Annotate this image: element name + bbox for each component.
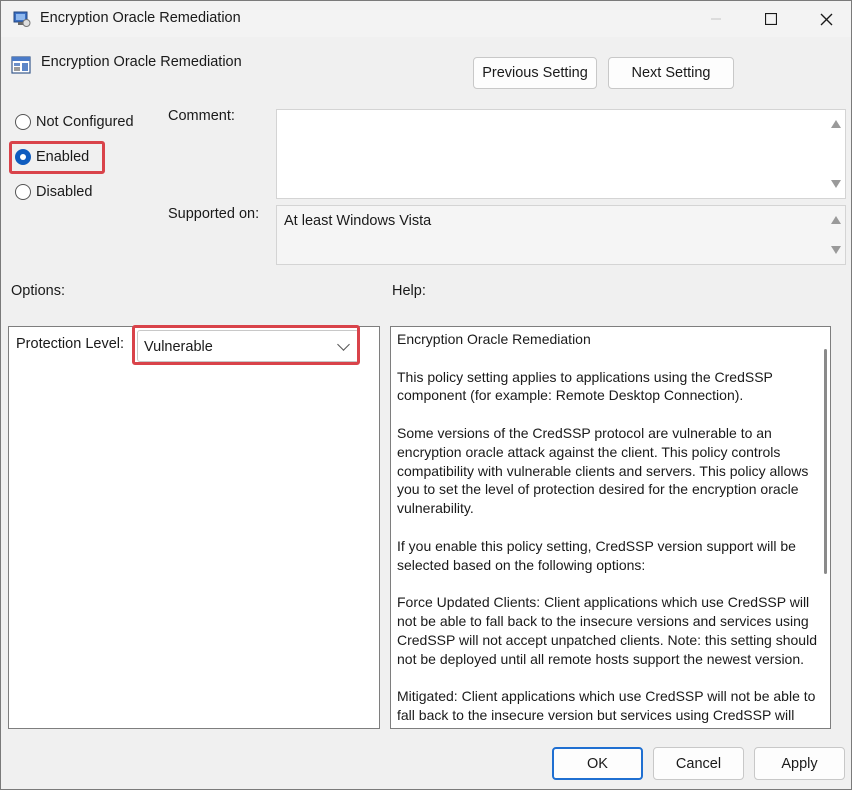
scroll-down-icon[interactable] — [831, 180, 841, 188]
protection-level-label: Protection Level: — [16, 336, 125, 352]
help-label: Help: — [392, 283, 426, 299]
close-icon — [820, 13, 832, 25]
radio-button[interactable] — [15, 184, 31, 200]
help-scrollbar-thumb[interactable] — [824, 349, 827, 574]
help-paragraph: Mitigated: Client applications which use… — [397, 688, 816, 728]
policy-settings-icon — [11, 56, 31, 74]
radio-not-configured[interactable]: Not Configured — [15, 114, 134, 130]
minimize-button[interactable] — [691, 1, 741, 37]
enabled-highlight-frame — [9, 141, 105, 174]
help-text: Encryption Oracle Remediation This polic… — [397, 330, 817, 728]
policy-dialog: Encryption Oracle Remediation Encryption… — [0, 0, 852, 790]
help-paragraph: Encryption Oracle Remediation — [397, 331, 591, 347]
help-panel: Encryption Oracle Remediation This polic… — [390, 326, 831, 729]
scroll-up-icon[interactable] — [831, 216, 841, 224]
help-paragraph: If you enable this policy setting, CredS… — [397, 537, 796, 573]
scroll-down-icon[interactable] — [831, 246, 841, 254]
maximize-button[interactable] — [746, 1, 796, 37]
comment-label: Comment: — [168, 108, 235, 124]
options-label: Options: — [11, 283, 65, 299]
previous-setting-button[interactable]: Previous Setting — [473, 57, 597, 89]
radio-button[interactable] — [15, 114, 31, 130]
close-button[interactable] — [801, 1, 851, 37]
scroll-up-icon[interactable] — [831, 120, 841, 128]
supported-scrollbar[interactable] — [827, 206, 845, 264]
comment-scrollbar[interactable] — [827, 110, 845, 198]
help-paragraph: Force Updated Clients: Client applicatio… — [397, 594, 817, 667]
help-paragraph: Some versions of the CredSSP protocol ar… — [397, 424, 809, 517]
options-panel: Protection Level: Vulnerable — [8, 326, 380, 729]
next-setting-button[interactable]: Next Setting — [608, 57, 734, 89]
supported-on-field: At least Windows Vista — [276, 205, 846, 265]
cancel-button[interactable]: Cancel — [653, 747, 744, 780]
title-bar[interactable]: Encryption Oracle Remediation — [1, 1, 851, 37]
supported-on-value: At least Windows Vista — [284, 213, 432, 229]
radio-disabled[interactable]: Disabled — [15, 184, 92, 200]
apply-button[interactable]: Apply — [754, 747, 845, 780]
radio-label: Disabled — [36, 184, 93, 200]
minimize-icon — [711, 18, 721, 20]
comment-input[interactable] — [276, 109, 846, 199]
dropdown-highlight-frame — [132, 325, 360, 365]
window-title: Encryption Oracle Remediation — [40, 10, 241, 26]
maximize-icon — [765, 13, 777, 25]
policy-name: Encryption Oracle Remediation — [41, 54, 242, 70]
ok-button[interactable]: OK — [552, 747, 643, 780]
policy-app-icon — [13, 11, 31, 27]
help-paragraph: This policy setting applies to applicati… — [397, 368, 773, 404]
radio-label: Not Configured — [36, 114, 134, 130]
supported-on-label: Supported on: — [168, 206, 260, 222]
